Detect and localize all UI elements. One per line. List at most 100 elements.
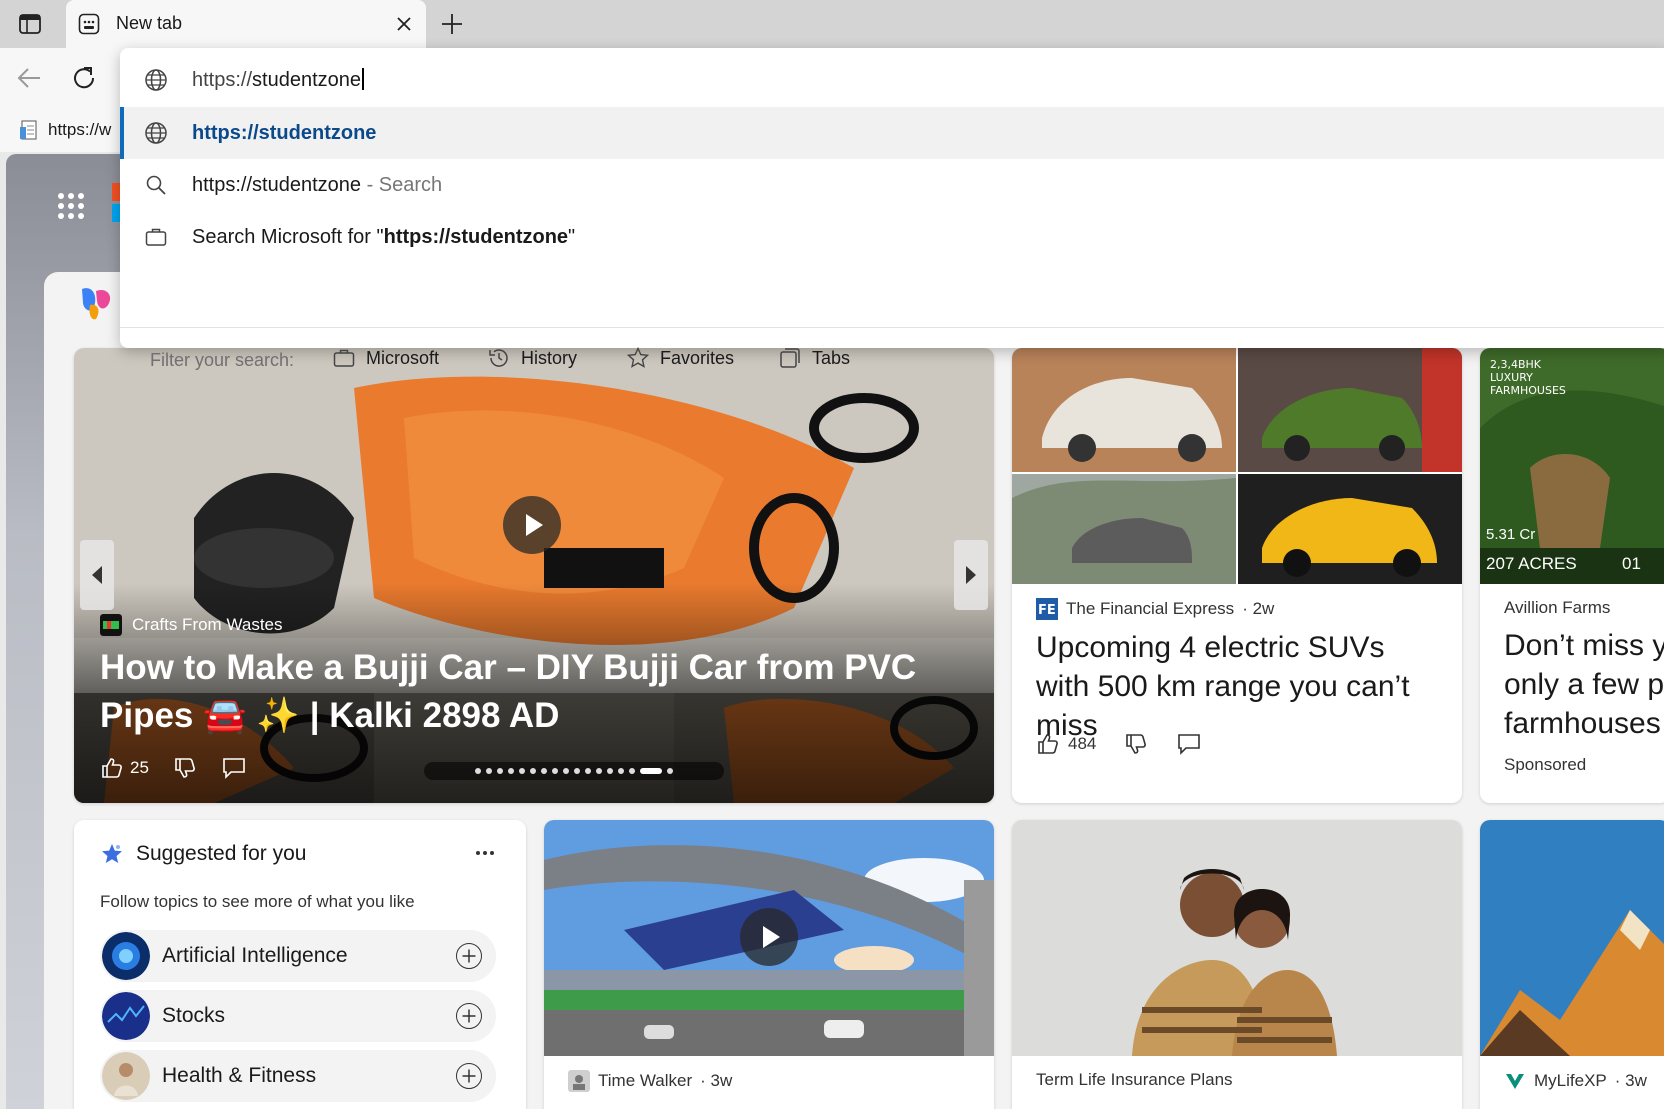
video-card-train[interactable]: Time Walker · 3w bbox=[544, 820, 994, 1109]
topic-name: Stocks bbox=[162, 1004, 226, 1027]
train-source[interactable]: Time Walker · 3w bbox=[568, 1070, 976, 1092]
suv-age: · 2w bbox=[1242, 599, 1275, 618]
favorites-bar-item[interactable]: https://w bbox=[18, 118, 111, 142]
filter-favorites-label: Favorites bbox=[660, 347, 735, 368]
play-button[interactable] bbox=[503, 496, 561, 554]
page-icon bbox=[20, 120, 37, 140]
new-tab-icon bbox=[78, 13, 100, 35]
suggestion-search[interactable]: https://studentzone - Search bbox=[120, 159, 1664, 211]
carousel-previous-button[interactable] bbox=[80, 540, 114, 610]
train-age: · 3w bbox=[700, 1071, 733, 1090]
mountain-image bbox=[1480, 820, 1664, 1056]
search-filter-row: Filter your search: Microsoft History Fa… bbox=[120, 328, 1664, 394]
farm-image-price: 5.31 Cr bbox=[1486, 526, 1536, 543]
suv-source[interactable]: FE The Financial Express · 2w bbox=[1036, 598, 1444, 620]
sidebar-toggle-icon[interactable] bbox=[18, 12, 42, 36]
suggestion-search-query: https://studentzone bbox=[192, 174, 362, 196]
thumbs-down-icon[interactable] bbox=[173, 756, 197, 780]
typed-protocol: https:// bbox=[192, 69, 253, 91]
topic-name: Health & Fitness bbox=[162, 1064, 317, 1087]
like-button[interactable]: 25 bbox=[100, 756, 149, 780]
thumbs-up-icon bbox=[102, 758, 122, 778]
hero-source-name: Crafts From Wastes bbox=[132, 615, 283, 634]
mountain-age: · 3w bbox=[1614, 1071, 1647, 1090]
suv-source-name: The Financial Express bbox=[1066, 599, 1235, 618]
topic-artificial-intelligence[interactable]: Artificial Intelligence bbox=[100, 930, 496, 982]
suv-actions: 484 bbox=[1036, 732, 1202, 756]
suggestion-search-label: https://studentzone - Search bbox=[192, 174, 442, 197]
typed-host: studentzone bbox=[252, 69, 362, 91]
back-arrow-icon[interactable] bbox=[16, 66, 42, 90]
comment-icon[interactable] bbox=[1176, 732, 1202, 756]
like-button[interactable]: 484 bbox=[1036, 732, 1096, 756]
mountain-source[interactable]: MyLifeXP · 3w bbox=[1504, 1070, 1652, 1092]
star-sparkle-icon bbox=[102, 844, 122, 863]
briefcase-icon bbox=[333, 349, 355, 367]
filter-tabs-label: Tabs bbox=[812, 347, 851, 368]
svg-text:FE: FE bbox=[1038, 603, 1056, 618]
topic-health-fitness[interactable]: Health & Fitness bbox=[100, 1050, 496, 1102]
hero-title[interactable]: How to Make a Bujji Car – DIY Bujji Car … bbox=[100, 644, 960, 740]
follow-plus-icon[interactable] bbox=[456, 1003, 482, 1029]
suggestion-search-suffix: - Search bbox=[361, 174, 443, 196]
address-bar-input[interactable]: https://studentzone bbox=[120, 48, 1664, 110]
farm-title-line: Don’t miss y bbox=[1504, 629, 1664, 662]
filter-tabs[interactable]: Tabs bbox=[778, 346, 850, 370]
tab-new-tab[interactable]: New tab bbox=[66, 0, 426, 48]
farm-title[interactable]: Don’t miss y only a few p farmhouses bbox=[1504, 626, 1664, 743]
mountain-source-name: MyLifeXP bbox=[1534, 1071, 1607, 1090]
follow-plus-icon[interactable] bbox=[456, 943, 482, 969]
tab-title: New tab bbox=[116, 13, 183, 33]
farm-image-units: 01 bbox=[1622, 554, 1641, 573]
farm-source-name: Avillion Farms bbox=[1504, 598, 1611, 617]
hero-video-card[interactable]: Crafts From Wastes How to Make a Bujji C… bbox=[74, 348, 994, 803]
suggestion-search-microsoft[interactable]: Search Microsoft for "https://studentzon… bbox=[120, 211, 1664, 263]
farm-title-line: farmhouses bbox=[1504, 707, 1661, 740]
topic-stocks[interactable]: Stocks bbox=[100, 990, 496, 1042]
history-icon bbox=[489, 349, 508, 367]
copilot-logo-icon[interactable] bbox=[78, 285, 116, 321]
filter-favorites[interactable]: Favorites bbox=[626, 346, 734, 370]
refresh-icon[interactable] bbox=[70, 64, 98, 92]
new-tab-plus-icon[interactable] bbox=[440, 12, 464, 36]
news-card-mountain[interactable]: MyLifeXP · 3w bbox=[1480, 820, 1664, 1109]
suggestion-url[interactable]: https://studentzone bbox=[120, 107, 1664, 159]
play-icon bbox=[526, 514, 543, 536]
suggested-subtitle: Follow topics to see more of what you li… bbox=[100, 892, 415, 911]
favorites-bar-item-label: https://w bbox=[48, 120, 112, 139]
follow-plus-icon[interactable] bbox=[456, 1063, 482, 1089]
train-source-name: Time Walker bbox=[598, 1071, 693, 1090]
hero-source[interactable]: Crafts From Wastes bbox=[100, 614, 283, 636]
suggestion-microsoft-prefix: Search Microsoft for " bbox=[192, 226, 384, 248]
couple-image bbox=[1012, 820, 1462, 1056]
play-button[interactable] bbox=[740, 908, 798, 966]
suggestion-microsoft-label: Search Microsoft for "https://studentzon… bbox=[192, 226, 575, 249]
insurance-source[interactable]: Term Life Insurance Plans bbox=[1036, 1070, 1444, 1090]
sponsored-card-insurance[interactable]: Term Life Insurance Plans bbox=[1012, 820, 1462, 1109]
thumbs-down-icon[interactable] bbox=[1124, 732, 1148, 756]
globe-icon bbox=[145, 69, 167, 91]
globe-icon bbox=[145, 122, 167, 144]
address-bar-text: https://studentzone bbox=[192, 68, 364, 92]
filter-microsoft[interactable]: Microsoft bbox=[332, 346, 439, 370]
chevron-right-icon bbox=[966, 566, 976, 584]
topic-name: Artificial Intelligence bbox=[162, 944, 348, 967]
comment-icon[interactable] bbox=[221, 756, 247, 780]
suggested-for-you-card: Suggested for you Follow topics to see m… bbox=[74, 820, 526, 1109]
play-icon bbox=[763, 926, 780, 948]
filter-microsoft-label: Microsoft bbox=[366, 347, 440, 368]
briefcase-icon bbox=[145, 228, 167, 246]
suv-title[interactable]: Upcoming 4 electric SUVs with 500 km ran… bbox=[1036, 628, 1444, 745]
suggested-title: Suggested for you bbox=[136, 842, 307, 865]
filter-history[interactable]: History bbox=[487, 346, 577, 370]
sponsored-card-farm[interactable]: 2,3,4BHK LUXURY FARMHOUSES 5.31 Cr 207 A… bbox=[1480, 348, 1664, 803]
star-icon bbox=[626, 346, 650, 368]
carousel-next-button[interactable] bbox=[954, 540, 988, 610]
close-tab-icon[interactable] bbox=[394, 14, 414, 34]
suggestion-microsoft-end: " bbox=[568, 226, 576, 248]
farm-source[interactable]: Avillion Farms bbox=[1504, 598, 1664, 618]
news-card-suv[interactable]: FE The Financial Express · 2w Upcoming 4… bbox=[1012, 348, 1462, 803]
crafts-from-wastes-logo-icon bbox=[100, 614, 122, 636]
more-options-icon[interactable] bbox=[474, 842, 496, 864]
app-launcher-icon[interactable] bbox=[56, 191, 86, 221]
